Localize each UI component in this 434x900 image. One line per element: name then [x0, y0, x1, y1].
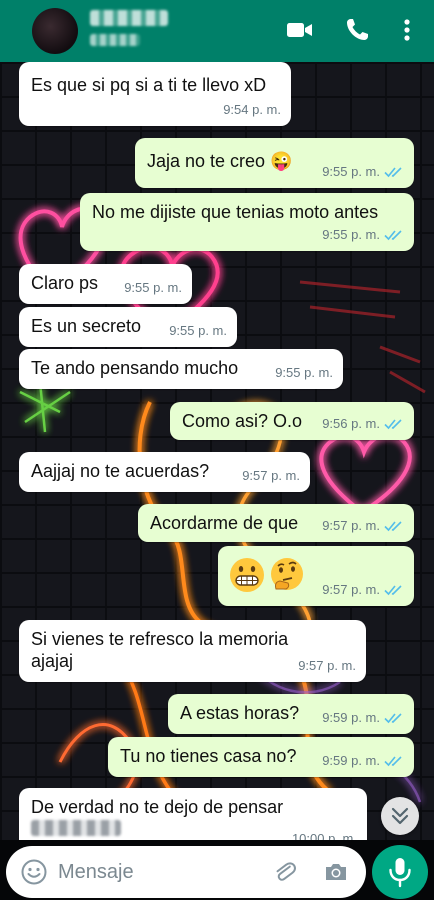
message-text: A estas horas? [180, 703, 300, 723]
message-meta: 9:57 p. m. [242, 465, 300, 487]
message-meta: 9:56 p. m. [322, 413, 404, 435]
more-options-icon[interactable] [391, 14, 423, 46]
message-time: 9:57 p. m. [322, 582, 380, 597]
message-time: 9:55 p. m. [275, 365, 333, 380]
emoji-icon[interactable] [20, 858, 48, 886]
double-chevron-down-icon [391, 807, 409, 825]
message-text: Tu no tienes casa no? [120, 746, 297, 766]
message-incoming[interactable]: Claro ps 9:55 p. m. [19, 264, 192, 304]
message-meta: 9:55 p. m. [322, 161, 404, 183]
message-meta: 9:55 p. m. [124, 277, 182, 299]
message-time: 9:59 p. m. [322, 753, 380, 768]
attach-icon[interactable] [271, 858, 299, 886]
message-incoming[interactable]: Es un secreto 9:55 p. m. [19, 307, 237, 347]
read-ticks-icon [384, 520, 404, 532]
message-text: Claro ps [31, 273, 99, 293]
message-meta: 9:55 p. m. [169, 320, 227, 342]
message-text: Como asi? O.o [182, 411, 303, 431]
read-ticks-icon [384, 229, 404, 241]
message-time: 9:55 p. m. [124, 280, 182, 295]
message-time: 9:57 p. m. [322, 518, 380, 533]
contact-avatar[interactable] [32, 8, 78, 54]
message-time: 9:55 p. m. [322, 227, 380, 242]
message-compose-bar [6, 846, 366, 898]
message-incoming[interactable]: Te ando pensando mucho 9:55 p. m. [19, 349, 343, 389]
message-text: Es un secreto [31, 316, 142, 336]
message-meta: 9:57 p. m. [322, 515, 404, 537]
blurred-content [31, 820, 121, 836]
contact-status-blurred [90, 34, 140, 46]
message-text: No me dijiste que tenias moto antes [92, 202, 379, 222]
read-ticks-icon [384, 166, 404, 178]
message-time: 9:56 p. m. [322, 416, 380, 431]
camera-icon[interactable] [322, 858, 350, 886]
read-ticks-icon [384, 418, 404, 430]
message-text: Acordarme de que [150, 513, 299, 533]
message-outgoing[interactable]: Jaja no te creo 😜 9:55 p. m. [135, 138, 414, 188]
message-outgoing-emoji[interactable]: 9:57 p. m. [218, 546, 414, 606]
message-meta: 9:59 p. m. [322, 750, 404, 772]
thinking-face-icon [268, 556, 306, 594]
message-outgoing[interactable]: Acordarme de que 9:57 p. m. [138, 504, 414, 542]
message-text: Jaja no te creo 😜 [147, 151, 293, 171]
message-meta: 9:55 p. m. [322, 224, 404, 246]
message-outgoing[interactable]: Como asi? O.o 9:56 p. m. [170, 402, 414, 440]
grimacing-face-icon [228, 556, 266, 594]
message-time: 9:55 p. m. [322, 164, 380, 179]
read-ticks-icon [384, 755, 404, 767]
message-time: 9:59 p. m. [322, 710, 380, 725]
message-text: Si vienes te refresco la memoria ajajaj [31, 629, 289, 671]
microphone-icon [389, 858, 411, 888]
read-ticks-icon [384, 584, 404, 596]
message-outgoing[interactable]: A estas horas? 9:59 p. m. [168, 694, 414, 734]
message-time: 9:57 p. m. [242, 468, 300, 483]
message-text: Es que si pq si a ti te llevo xD [31, 75, 267, 95]
chat-header [0, 0, 434, 62]
video-call-icon[interactable] [283, 14, 315, 46]
message-text: Aajjaj no te acuerdas? [31, 461, 210, 481]
message-meta: 9:55 p. m. [275, 362, 333, 384]
message-text: De verdad no te dejo de pensar [31, 797, 284, 817]
message-meta: 9:54 p. m. [223, 99, 281, 121]
message-time: 9:54 p. m. [223, 102, 281, 117]
message-outgoing[interactable]: Tu no tienes casa no? 9:59 p. m. [108, 737, 414, 777]
phone-icon[interactable] [341, 14, 373, 46]
message-incoming[interactable]: Aajjaj no te acuerdas? 9:57 p. m. [19, 452, 310, 492]
message-time: 9:57 p. m. [298, 658, 356, 673]
message-text: Te ando pensando mucho [31, 358, 239, 378]
message-meta: 9:59 p. m. [322, 707, 404, 729]
scroll-down-button[interactable] [381, 797, 419, 835]
message-time: 9:55 p. m. [169, 323, 227, 338]
read-ticks-icon [384, 712, 404, 724]
message-outgoing[interactable]: No me dijiste que tenias moto antes 9:55… [80, 193, 414, 251]
message-incoming[interactable]: Es que si pq si a ti te llevo xD 9:54 p.… [19, 62, 291, 126]
message-input[interactable] [58, 856, 258, 888]
message-meta: 9:57 p. m. [298, 655, 356, 677]
message-incoming[interactable]: Si vienes te refresco la memoria ajajaj … [19, 620, 366, 682]
contact-name-blurred[interactable] [90, 10, 168, 26]
message-meta: 9:57 p. m. [322, 579, 404, 601]
voice-record-button[interactable] [372, 845, 428, 899]
